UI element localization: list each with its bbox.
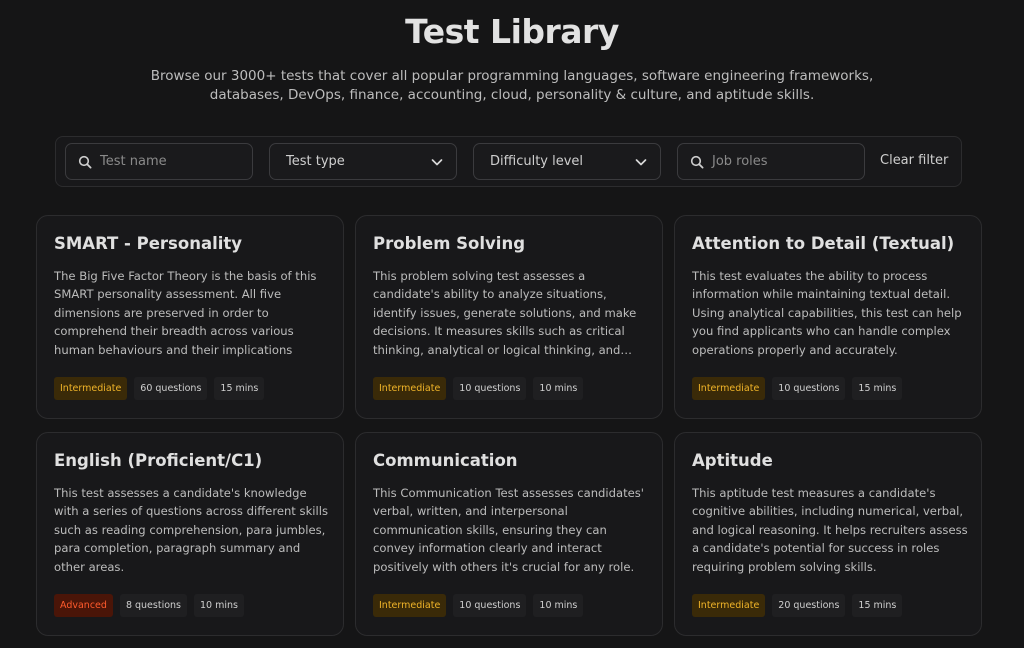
test-card-description: This Communication Test assesses candida… — [373, 486, 644, 574]
difficulty-level-label: Difficulty level — [490, 154, 584, 169]
question-count-badge: 10 questions — [453, 594, 527, 617]
test-card[interactable]: Attention to Detail (Textual) This test … — [674, 215, 982, 419]
test-card-description: This aptitude test measures a candidate'… — [692, 486, 968, 574]
difficulty-badge: Advanced — [54, 594, 113, 617]
difficulty-level-dropdown[interactable]: Difficulty level — [473, 143, 661, 180]
test-card[interactable]: Problem Solving This problem solving tes… — [355, 215, 663, 419]
clear-filter-button[interactable]: Clear filter — [880, 153, 948, 168]
test-card-description: The Big Five Factor Theory is the basis … — [54, 269, 317, 357]
test-card[interactable]: Aptitude This aptitude test measures a c… — [674, 432, 982, 636]
test-card[interactable]: English (Proficient/C1) This test assess… — [36, 432, 344, 636]
page-subtitle: Browse our 3000+ tests that cover all po… — [150, 68, 874, 103]
test-card-tags: Intermediate 10 questions 10 mins — [373, 377, 584, 400]
filter-bar: Test name Test type Difficulty level Job… — [55, 136, 962, 187]
difficulty-badge: Intermediate — [373, 594, 447, 617]
test-card-tags: Intermediate 20 questions 15 mins — [692, 594, 903, 617]
test-card-title: Attention to Detail (Textual) — [692, 234, 955, 253]
test-name-search-field[interactable]: Test name — [65, 143, 253, 180]
difficulty-badge: Intermediate — [692, 594, 766, 617]
duration-badge: 10 mins — [194, 594, 244, 617]
test-card-title: English (Proficient/C1) — [54, 451, 263, 470]
test-card-tags: Intermediate 60 questions 15 mins — [54, 377, 265, 400]
duration-badge: 10 mins — [533, 594, 584, 617]
test-name-placeholder: Test name — [100, 154, 167, 169]
test-card-tags: Advanced 8 questions 10 mins — [54, 594, 244, 617]
test-type-label: Test type — [286, 154, 345, 169]
duration-badge: 15 mins — [214, 377, 265, 400]
question-count-badge: 60 questions — [134, 377, 208, 400]
chevron-down-icon — [635, 158, 647, 165]
test-card-title: Aptitude — [692, 451, 773, 470]
test-card-tags: Intermediate 10 questions 10 mins — [373, 594, 584, 617]
test-card-description: This problem solving test assesses a can… — [373, 269, 637, 357]
question-count-badge: 8 questions — [119, 594, 187, 617]
test-card-tags: Intermediate 10 questions 15 mins — [692, 377, 903, 400]
test-card[interactable]: Communication This Communication Test as… — [355, 432, 663, 636]
duration-badge: 15 mins — [852, 377, 903, 400]
duration-badge: 10 mins — [533, 377, 584, 400]
page-title: Test Library — [405, 12, 619, 51]
job-roles-placeholder: Job roles — [712, 154, 768, 169]
difficulty-badge: Intermediate — [692, 377, 766, 400]
search-icon — [78, 155, 92, 169]
search-icon — [690, 155, 704, 169]
question-count-badge: 10 questions — [453, 377, 527, 400]
test-card-title: Problem Solving — [373, 234, 526, 253]
test-type-dropdown[interactable]: Test type — [269, 143, 457, 180]
job-roles-search-field[interactable]: Job roles — [677, 143, 865, 180]
test-card-title: Communication — [373, 451, 518, 470]
question-count-badge: 20 questions — [772, 594, 846, 617]
question-count-badge: 10 questions — [772, 377, 846, 400]
difficulty-badge: Intermediate — [373, 377, 447, 400]
test-card-description: This test evaluates the ability to proce… — [692, 269, 962, 357]
difficulty-badge: Intermediate — [54, 377, 128, 400]
chevron-down-icon — [431, 158, 443, 165]
test-library-page: Test Library Browse our 3000+ tests that… — [0, 0, 1024, 648]
test-card-title: SMART - Personality — [54, 234, 243, 253]
test-card-description: This test assesses a candidate's knowled… — [54, 486, 328, 574]
duration-badge: 15 mins — [852, 594, 903, 617]
test-card[interactable]: SMART - Personality The Big Five Factor … — [36, 215, 344, 419]
